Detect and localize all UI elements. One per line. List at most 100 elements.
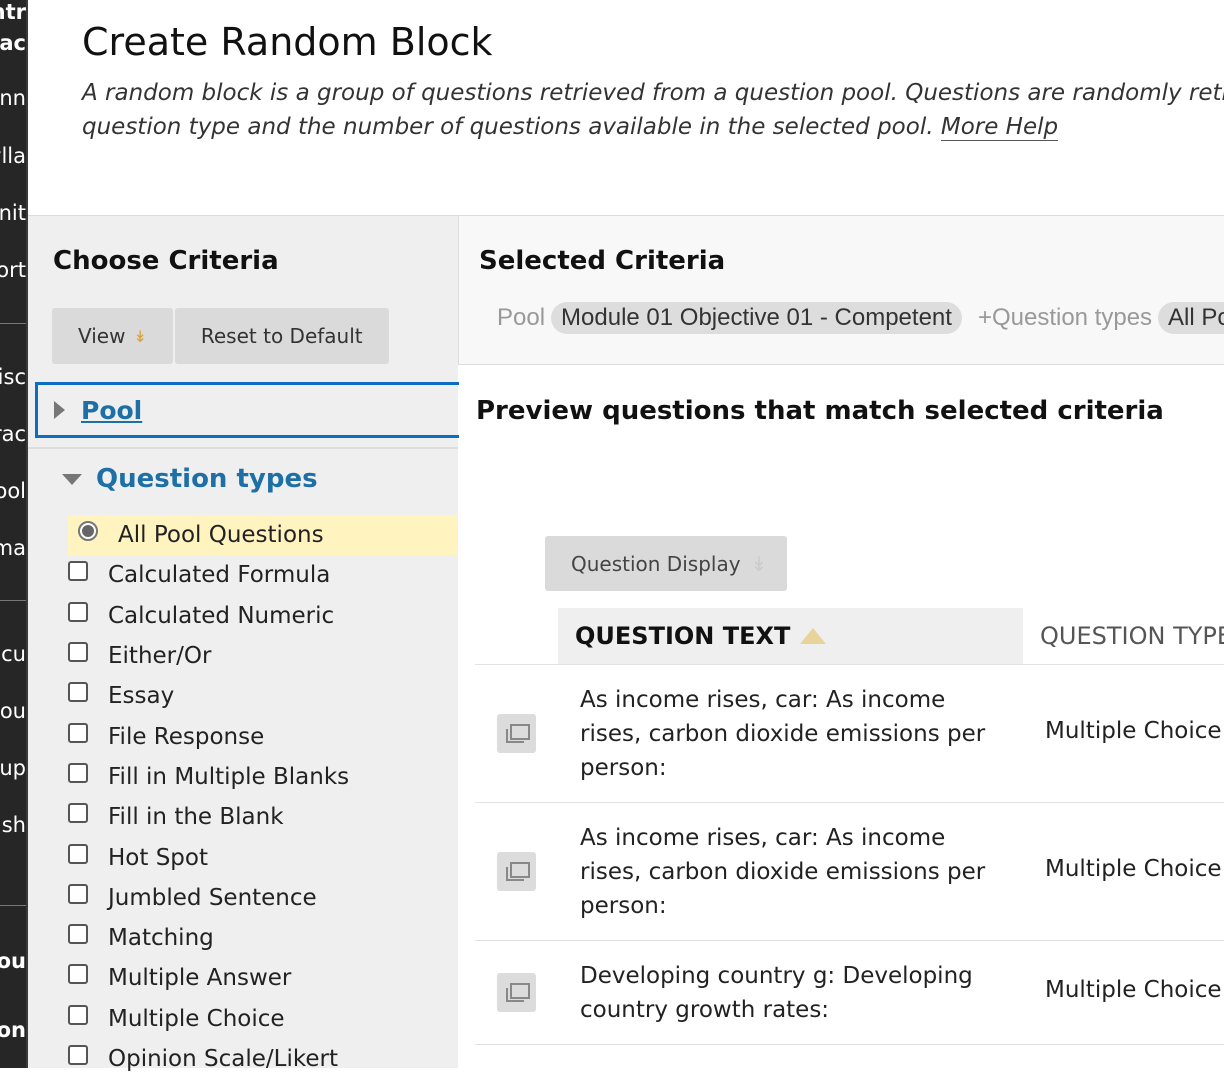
option-label: Calculated Formula — [108, 562, 331, 589]
caret-down-icon — [62, 473, 82, 485]
double-chevron-down-icon: ↡ — [750, 551, 768, 576]
checkbox[interactable] — [68, 843, 88, 864]
sidebar-item[interactable]: acu — [0, 642, 26, 666]
view-button[interactable]: View ↡ — [52, 308, 173, 364]
option-label: Hot Spot — [108, 844, 208, 871]
sidebar-item[interactable]: on — [0, 1018, 26, 1042]
question-type-option[interactable]: Fill in Multiple Blanks — [68, 757, 458, 797]
checkbox[interactable] — [68, 1045, 88, 1065]
preview-question-icon[interactable] — [497, 714, 536, 753]
more-help-link[interactable]: More Help — [940, 114, 1059, 141]
sidebar-item[interactable]: nit — [0, 201, 26, 225]
sidebar-divider — [0, 600, 26, 601]
option-label: Matching — [108, 925, 214, 952]
pool-criteria-label: Pool — [497, 304, 546, 331]
description-line: A random block is a group of questions r… — [82, 80, 1224, 106]
table-row: As income rises, car: As income rises, c… — [475, 803, 1224, 941]
column-header-question-text[interactable]: QUESTION TEXT — [558, 608, 1023, 664]
sidebar-item[interactable]: ma — [0, 536, 26, 560]
column-header-question-type[interactable]: QUESTION TYPE — [1040, 608, 1224, 664]
selected-criteria-title: Selected Criteria — [479, 246, 726, 276]
sort-ascending-icon — [800, 628, 827, 644]
question-types-criteria-pill[interactable]: All Poo — [1158, 302, 1224, 334]
checkbox[interactable] — [68, 722, 88, 743]
table-row: Developing country g: Developing country… — [475, 941, 1224, 1045]
pool-section-header[interactable]: Pool — [35, 382, 459, 438]
question-display-button[interactable]: Question Display ↡ — [545, 536, 787, 591]
question-types-criteria-label: Question types — [991, 304, 1153, 331]
question-type-option[interactable]: Essay — [68, 676, 458, 716]
divider — [28, 447, 458, 449]
option-label: Jumbled Sentence — [108, 884, 317, 911]
double-chevron-down-icon: ↡ — [133, 326, 147, 346]
checkbox[interactable] — [68, 601, 88, 622]
sidebar-divider — [0, 905, 26, 906]
checkbox[interactable] — [68, 964, 88, 985]
pool-criteria-pill[interactable]: Module 01 Objective 01 - Competent — [551, 302, 962, 334]
question-type-option[interactable]: File Response — [68, 716, 458, 756]
sidebar-item[interactable]: lac — [0, 31, 26, 55]
caret-right-icon — [54, 401, 65, 419]
question-types-list: All Pool Questions Calculated Formula Calc… — [68, 515, 458, 1079]
question-text: As income rises, car: As income rises, c… — [580, 687, 986, 781]
question-types-label: Question types — [96, 464, 318, 494]
sidebar-item[interactable]: isc — [0, 365, 26, 389]
table-header: QUESTION TEXT QUESTION TYPE — [475, 608, 1224, 665]
question-type: Multiple Choice — [1045, 977, 1222, 1003]
view-label: View — [78, 324, 126, 348]
question-text: As income rises, car: As income rises, c… — [580, 825, 986, 919]
checkbox[interactable] — [68, 682, 88, 703]
question-types-section-header[interactable]: Question types — [48, 464, 318, 494]
question-type-option[interactable]: Opinion Scale/Likert — [68, 1039, 458, 1079]
question-type-option[interactable]: Calculated Numeric — [68, 596, 458, 636]
sidebar-item[interactable]: ou — [0, 949, 26, 973]
option-label: Essay — [108, 683, 175, 710]
radio-button[interactable] — [78, 521, 98, 542]
option-label: Multiple Choice — [108, 1005, 285, 1032]
option-label: Either/Or — [108, 643, 212, 670]
sidebar-item[interactable]: ool — [0, 479, 26, 503]
question-type: Multiple Choice — [1045, 856, 1222, 882]
checkbox[interactable] — [68, 1004, 88, 1025]
option-label: Opinion Scale/Likert — [108, 1046, 338, 1072]
option-label: Fill in Multiple Blanks — [108, 763, 350, 790]
question-type-option[interactable]: Multiple Choice — [68, 999, 458, 1039]
checkbox[interactable] — [68, 924, 88, 945]
option-label: Fill in the Blank — [108, 804, 284, 831]
question-type-option[interactable]: Hot Spot — [68, 837, 458, 877]
choose-criteria-panel: Choose Criteria View ↡ Reset to Default P… — [28, 215, 459, 1072]
table-row: As income rises, car: As income rises, c… — [475, 665, 1224, 803]
course-nav-sidebar: ntr lac nn ylla nit ort isc rac ool ma acu ou up ash o… — [0, 0, 28, 1068]
checkbox[interactable] — [68, 803, 88, 824]
sidebar-item[interactable]: ntr — [0, 0, 26, 24]
checkbox[interactable] — [68, 561, 88, 582]
page-title: Create Random Block — [82, 20, 493, 64]
selected-criteria-panel: Selected Criteria Pool Module 01 Objecti… — [458, 215, 1224, 365]
question-type-option[interactable]: Matching — [68, 918, 458, 958]
page-header: Create Random Block A random block is a … — [28, 0, 1224, 213]
sidebar-item[interactable]: ylla — [0, 144, 26, 168]
preview-question-icon[interactable] — [497, 973, 536, 1012]
question-type-option[interactable]: Fill in the Blank — [68, 797, 458, 837]
checkbox[interactable] — [68, 883, 88, 904]
sidebar-item[interactable]: ash — [0, 813, 26, 837]
description-line: question type and the number of question… — [82, 114, 941, 140]
question-type-option[interactable]: Either/Or — [68, 636, 458, 676]
preview-question-icon[interactable] — [497, 852, 536, 891]
checkbox[interactable] — [68, 762, 88, 783]
sidebar-item[interactable]: up — [0, 756, 26, 780]
pool-link[interactable]: Pool — [81, 396, 142, 425]
sidebar-divider — [0, 323, 26, 324]
question-type-option[interactable]: All Pool Questions — [68, 515, 458, 556]
sidebar-item[interactable]: nn — [0, 86, 26, 110]
question-type-option[interactable]: Calculated Formula — [68, 555, 458, 595]
column-label: QUESTION TEXT — [575, 622, 791, 650]
plus-icon: + — [977, 304, 992, 331]
sidebar-item[interactable]: ou — [0, 699, 26, 723]
sidebar-item[interactable]: ort — [0, 258, 26, 282]
reset-to-default-button[interactable]: Reset to Default — [174, 308, 389, 364]
question-type-option[interactable]: Multiple Answer — [68, 958, 458, 998]
sidebar-item[interactable]: rac — [0, 422, 26, 446]
checkbox[interactable] — [68, 642, 88, 663]
question-type-option[interactable]: Jumbled Sentence — [68, 878, 458, 918]
